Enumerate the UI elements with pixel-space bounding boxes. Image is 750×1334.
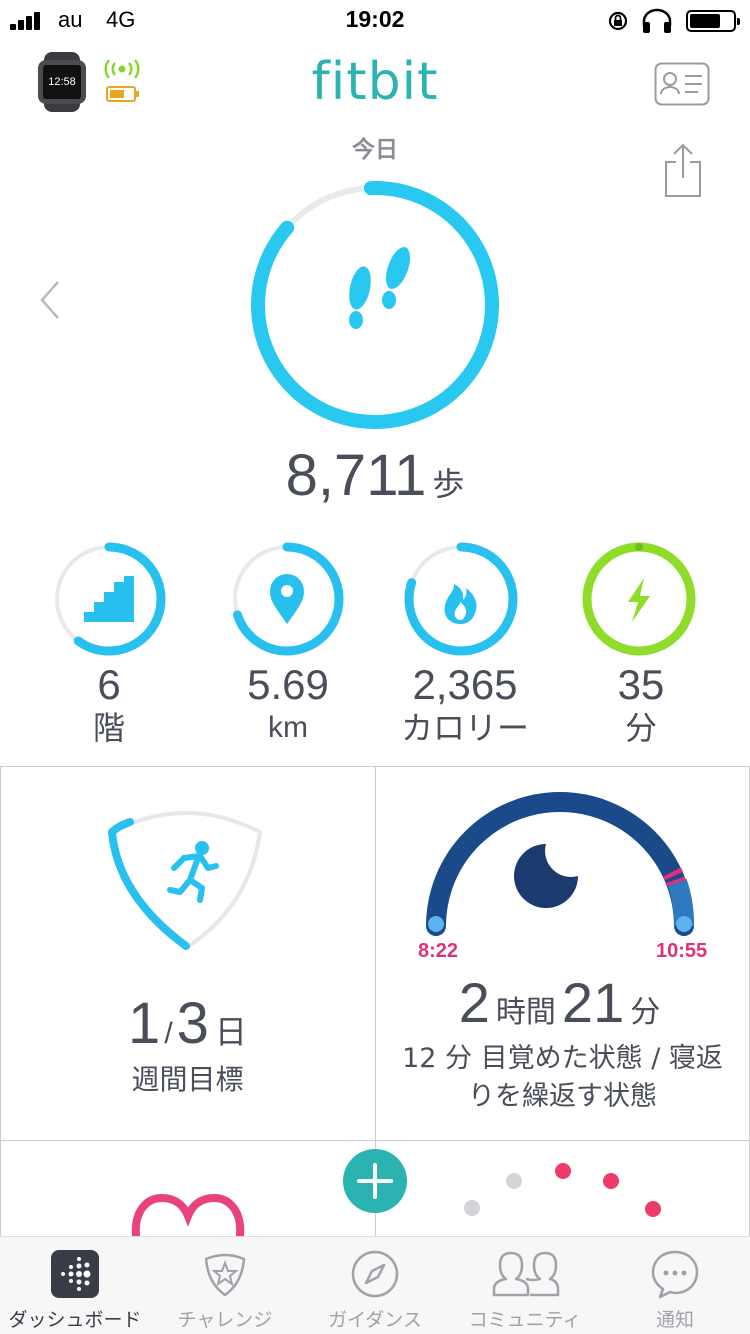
goal-unit: 日 [214, 1013, 247, 1051]
tab-notifications[interactable]: 通知 [600, 1237, 750, 1334]
sleep-hours-unit: 時間 [495, 995, 556, 1030]
tab-label: チャレンジ [177, 1309, 273, 1331]
active-minutes-unit: 分 [624, 709, 657, 747]
sleep-start-time: 8:22 [418, 940, 459, 962]
active-minutes-ring[interactable] [582, 542, 696, 656]
tab-bar: ダッシュボード チャレンジ ガイダンス コミュニティ 通知 [0, 1236, 750, 1334]
sleep-duration: 2 時間 21 分 [375, 970, 750, 1035]
tab-challenges[interactable]: チャレンジ [150, 1237, 300, 1334]
sleep-note: 12 分 目覚めた状態 / 寝返りを繰返す状態 [402, 1043, 723, 1112]
chevron-left-icon[interactable] [36, 280, 62, 320]
community-icon [492, 1251, 560, 1297]
chat-bubble-icon [651, 1250, 699, 1299]
steps-ring[interactable] [248, 178, 502, 432]
goal-separator: / [164, 1017, 173, 1050]
tab-label: 通知 [655, 1309, 694, 1331]
dashboard-icon [51, 1250, 99, 1298]
share-icon[interactable] [662, 142, 704, 198]
floors-value: 6 [97, 661, 121, 708]
active-minutes-stat[interactable]: 35 分 [556, 662, 726, 748]
tab-label: ダッシュボード [8, 1309, 142, 1331]
flame-icon [444, 584, 477, 624]
calories-ring[interactable] [404, 542, 518, 656]
floors-unit: 階 [92, 709, 125, 747]
floors-ring[interactable] [52, 542, 166, 656]
tab-guidance[interactable]: ガイダンス [300, 1237, 450, 1334]
active-minutes-value: 35 [617, 661, 665, 708]
orientation-lock-icon [608, 11, 628, 31]
sleep-minutes-unit: 分 [630, 995, 661, 1030]
sleep-arc [426, 792, 695, 936]
tab-dashboard[interactable]: ダッシュボード [0, 1237, 150, 1334]
stairs-icon [84, 576, 134, 622]
distance-stat[interactable]: 5.69 km [203, 662, 373, 748]
floors-stat[interactable]: 6 階 [24, 662, 194, 748]
steps-unit: 歩 [432, 465, 465, 503]
distance-unit: km [268, 711, 308, 744]
heart-icon [131, 1193, 245, 1236]
exercise-goal-count: 1/3 日 [0, 990, 375, 1057]
distance-ring[interactable] [230, 542, 344, 656]
tab-community[interactable]: コミュニティ [450, 1237, 600, 1334]
status-bar: au 4G 19:02 [0, 0, 750, 40]
exercise-goal-label: 週間目標 [131, 1063, 244, 1096]
location-pin-icon [270, 574, 304, 624]
exercise-goal-shield [108, 811, 262, 950]
app-logo: fitbit [311, 52, 439, 112]
weight-trend-dots [464, 1163, 661, 1217]
runner-icon [167, 841, 219, 903]
distance-value: 5.69 [247, 661, 329, 708]
goal-total: 3 [176, 991, 209, 1056]
compass-icon [351, 1250, 399, 1298]
goal-done: 1 [128, 991, 161, 1056]
sleep-end-time: 10:55 [656, 940, 708, 962]
calories-unit: カロリー [400, 709, 529, 747]
moon-icon [514, 844, 578, 908]
date-label: 今日 [352, 137, 398, 163]
tab-label: コミュニティ [468, 1309, 582, 1331]
calories-value: 2,365 [412, 661, 518, 708]
add-button[interactable] [342, 1148, 408, 1214]
challenge-star-icon [204, 1253, 246, 1297]
lightning-icon [628, 578, 650, 622]
headphones-icon [642, 8, 672, 33]
sleep-minutes: 21 [561, 971, 625, 1034]
steps-value: 8,711 [285, 443, 427, 508]
footprints-icon [349, 247, 411, 329]
tab-label: ガイダンス [328, 1309, 422, 1331]
status-time: 19:02 [345, 6, 405, 32]
sleep-hours: 2 [458, 971, 490, 1034]
calories-stat[interactable]: 2,365 カロリー [380, 662, 550, 748]
profile-card-icon[interactable] [654, 62, 710, 106]
phone-battery-icon [686, 10, 740, 32]
steps-count[interactable]: 8,711 歩 [0, 442, 750, 509]
